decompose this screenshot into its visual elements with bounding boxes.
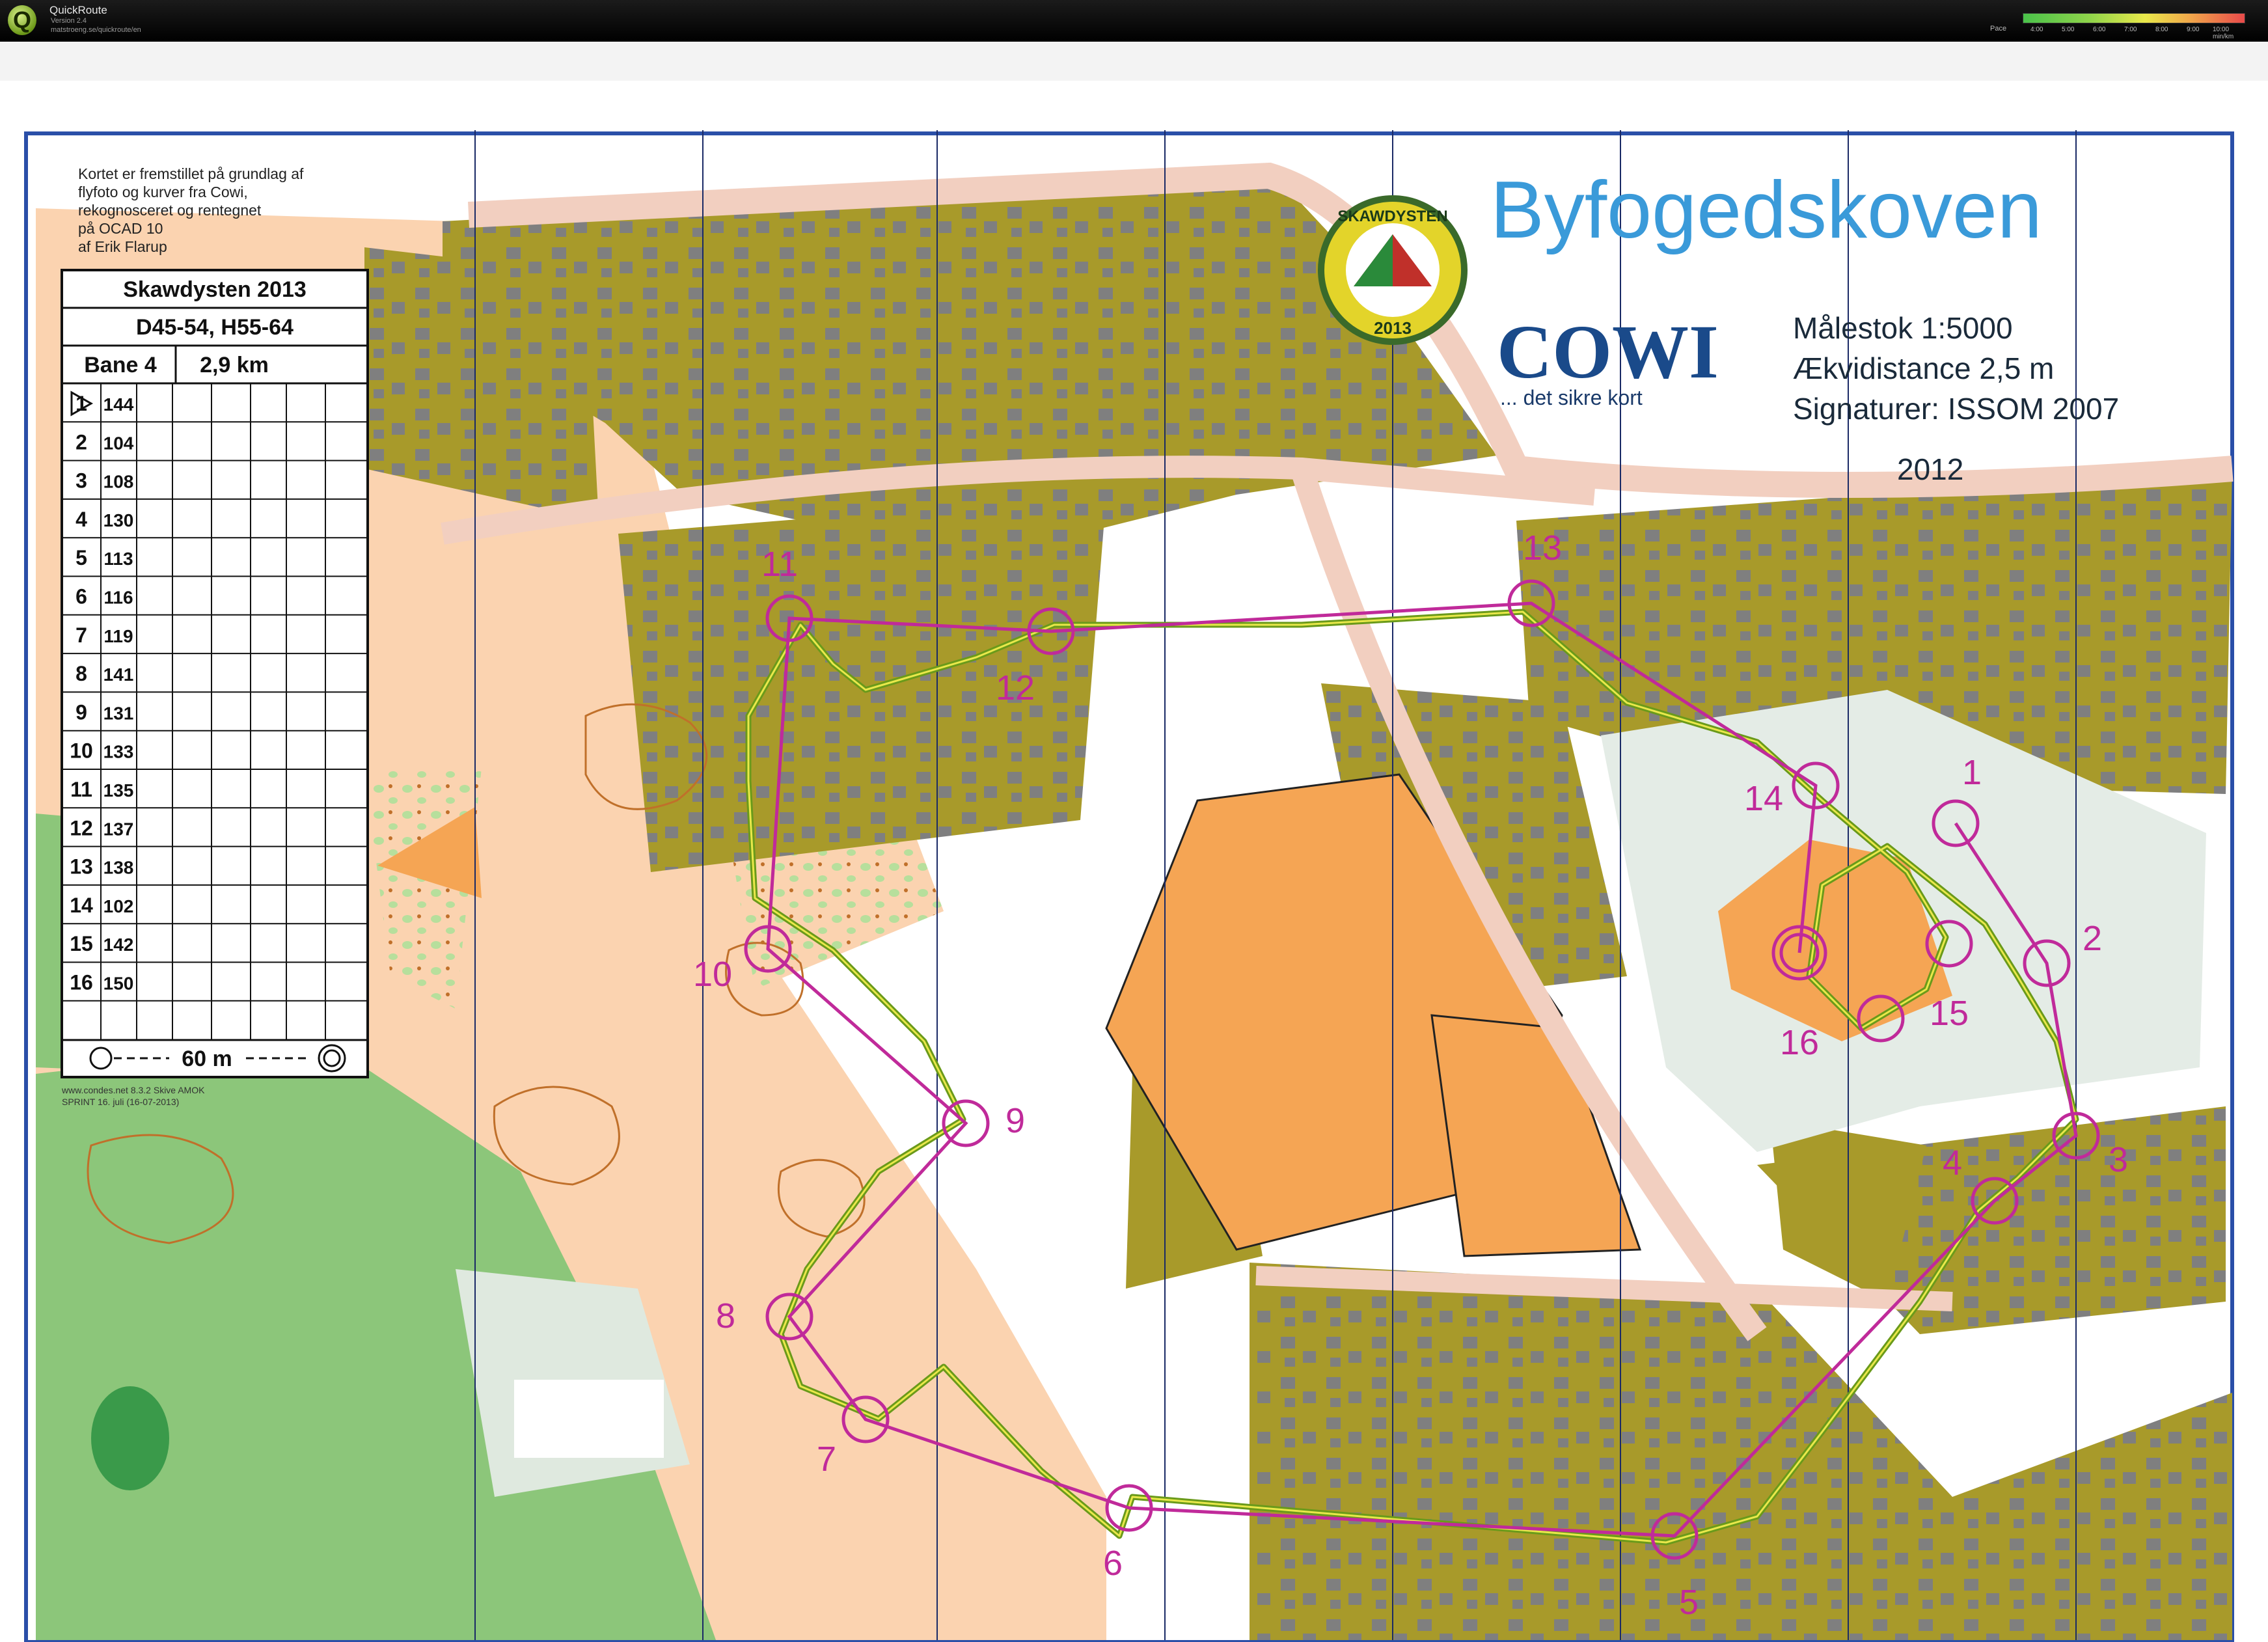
cd-row-code: 138 bbox=[103, 858, 134, 878]
event-logo-year: 2013 bbox=[1374, 318, 1412, 338]
pace-legend-label: Pace bbox=[1990, 25, 2007, 33]
cd-row-number: 5 bbox=[75, 546, 87, 569]
control-label: 4 bbox=[1943, 1143, 1962, 1183]
print-note-line: www.condes.net 8.3.2 Skive AMOK bbox=[61, 1085, 205, 1095]
cd-row-number: 8 bbox=[75, 662, 87, 685]
cd-row-code: 133 bbox=[103, 742, 134, 762]
control-label: 10 bbox=[693, 955, 732, 994]
cd-row-number: 15 bbox=[70, 932, 93, 955]
control-label: 15 bbox=[1930, 994, 1969, 1033]
pace-tick: 6:00 bbox=[2093, 26, 2106, 33]
app-url[interactable]: matstroeng.se/quickroute/en bbox=[51, 26, 141, 34]
control-label: 16 bbox=[1780, 1023, 1819, 1062]
credits-line: Kortet er fremstillet på grundlag af bbox=[78, 165, 304, 182]
cd-row-code: 102 bbox=[103, 896, 134, 916]
event-logo-text: SKAWDYSTEN bbox=[1337, 208, 1447, 225]
cd-row-code: 137 bbox=[103, 819, 134, 839]
control-label: 7 bbox=[817, 1440, 836, 1479]
sponsor-logo: COWI bbox=[1497, 309, 1719, 394]
cd-row-number: 13 bbox=[70, 855, 93, 879]
credits-line: af Erik Flarup bbox=[78, 238, 167, 255]
cd-row-code: 144 bbox=[103, 394, 134, 415]
cd-event-name: Skawdysten 2013 bbox=[123, 277, 307, 302]
control-label: 8 bbox=[716, 1296, 735, 1335]
app-version: Version 2.4 bbox=[51, 17, 87, 25]
symbol-standard: Signaturer: ISSOM 2007 bbox=[1793, 392, 2119, 426]
pace-color-scale bbox=[2023, 13, 2245, 23]
quickroute-logo-icon: Q bbox=[8, 5, 36, 35]
pace-tick: 4:00 bbox=[2030, 26, 2043, 33]
print-note-line: SPRINT 16. juli (16-07-2013) bbox=[62, 1097, 179, 1107]
control-label: 3 bbox=[2109, 1140, 2128, 1179]
control-label: 14 bbox=[1744, 779, 1783, 818]
cd-row-code: 119 bbox=[103, 626, 133, 646]
cd-row-code: 142 bbox=[103, 935, 134, 955]
cd-row-code: 116 bbox=[103, 588, 133, 608]
cd-row-code: 150 bbox=[103, 974, 134, 994]
cd-row-number: 3 bbox=[75, 469, 87, 493]
control-label: 11 bbox=[761, 545, 798, 584]
sponsor-tagline: ... det sikre kort bbox=[1500, 386, 1643, 409]
cd-course-name: Bane 4 bbox=[84, 353, 157, 377]
control-label: 12 bbox=[996, 668, 1035, 707]
cd-row-number: 6 bbox=[75, 585, 87, 609]
map-scale: Målestok 1:5000 bbox=[1793, 311, 2013, 345]
contour-interval: Ækvidistance 2,5 m bbox=[1793, 351, 2054, 385]
credits-line: flyfoto og kurver fra Cowi, bbox=[78, 184, 248, 200]
cd-row-number: 4 bbox=[75, 508, 87, 531]
cd-row-number: 2 bbox=[75, 430, 87, 454]
pace-tick: 9:00 bbox=[2187, 26, 2200, 33]
pace-tick: 7:00 bbox=[2124, 26, 2137, 33]
control-label: 2 bbox=[2083, 919, 2102, 958]
control-label: 1 bbox=[1962, 753, 1982, 792]
orienteering-map[interactable]: 1 2 3 4 5 6 7 8 9 10 11 12 13 14 15 16 B… bbox=[0, 42, 2268, 1642]
cd-row-code: 104 bbox=[103, 433, 134, 453]
cd-row-number: 1 bbox=[75, 392, 87, 415]
credits-line: rekognosceret og rentegnet bbox=[78, 202, 262, 219]
cd-row-number: 7 bbox=[75, 623, 87, 647]
cd-row-number: 9 bbox=[75, 700, 87, 724]
pace-tick: 5:00 bbox=[2062, 26, 2075, 33]
control-label: 13 bbox=[1523, 528, 1562, 568]
cd-row-code: 113 bbox=[103, 549, 133, 569]
map-viewport[interactable]: 1 2 3 4 5 6 7 8 9 10 11 12 13 14 15 16 B… bbox=[0, 42, 2268, 1642]
cd-row-number: 16 bbox=[70, 971, 93, 994]
cd-row-code: 141 bbox=[103, 664, 134, 685]
cd-row-code: 130 bbox=[103, 510, 134, 530]
control-label: 5 bbox=[1679, 1583, 1699, 1622]
cd-row-number: 12 bbox=[70, 816, 93, 840]
app-titlebar: Q QuickRoute Version 2.4 matstroeng.se/q… bbox=[0, 0, 2268, 42]
app-name: QuickRoute bbox=[49, 4, 107, 16]
credits-line: på OCAD 10 bbox=[78, 220, 163, 237]
event-logo: SKAWDYSTEN 2013 bbox=[1318, 195, 1468, 345]
map-title: Byfogedskoven bbox=[1490, 165, 2042, 255]
cd-row-code: 108 bbox=[103, 472, 134, 492]
cd-row-code: 131 bbox=[103, 703, 134, 723]
cd-row-number: 10 bbox=[70, 739, 93, 763]
control-label: 6 bbox=[1103, 1544, 1123, 1583]
cd-classes: D45-54, H55-64 bbox=[136, 315, 294, 340]
control-description-sheet: Skawdysten 2013 D45-54, H55-64 Bane 4 2,… bbox=[61, 269, 369, 1078]
cd-row-code: 135 bbox=[103, 780, 134, 800]
pace-tick: 8:00 bbox=[2155, 26, 2168, 33]
scan-edge bbox=[0, 42, 2268, 81]
cd-course-length: 2,9 km bbox=[200, 353, 269, 377]
pace-legend: Pace 4:00 5:00 6:00 7:00 8:00 9:00 10:00… bbox=[1978, 12, 2252, 40]
map-year: 2012 bbox=[1897, 452, 1963, 486]
control-label: 9 bbox=[1005, 1101, 1025, 1140]
pace-tick: 10:00 min/km bbox=[2213, 26, 2234, 40]
cd-finish-distance: 60 m bbox=[182, 1047, 232, 1071]
cd-row-number: 11 bbox=[70, 778, 92, 801]
cd-row-number: 14 bbox=[70, 894, 93, 917]
